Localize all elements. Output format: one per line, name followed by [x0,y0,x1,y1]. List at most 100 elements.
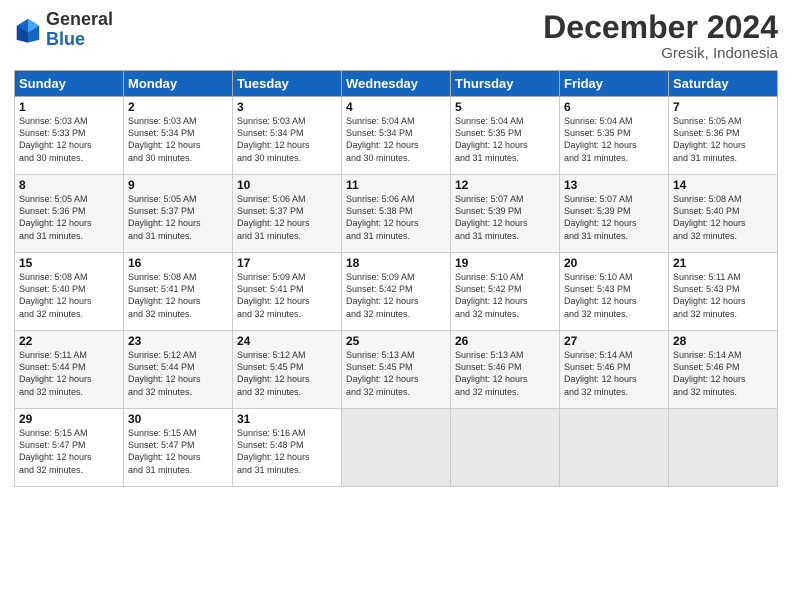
day-number: 9 [128,178,228,192]
day-number: 6 [564,100,664,114]
header-sunday: Sunday [15,71,124,97]
day-number: 2 [128,100,228,114]
table-row: 17Sunrise: 5:09 AM Sunset: 5:41 PM Dayli… [233,253,342,331]
day-info: Sunrise: 5:08 AM Sunset: 5:40 PM Dayligh… [19,271,119,320]
calendar-week-row: 22Sunrise: 5:11 AM Sunset: 5:44 PM Dayli… [15,331,778,409]
table-row: 29Sunrise: 5:15 AM Sunset: 5:47 PM Dayli… [15,409,124,487]
day-info: Sunrise: 5:05 AM Sunset: 5:36 PM Dayligh… [673,115,773,164]
table-row: 16Sunrise: 5:08 AM Sunset: 5:41 PM Dayli… [124,253,233,331]
day-info: Sunrise: 5:03 AM Sunset: 5:33 PM Dayligh… [19,115,119,164]
table-row: 25Sunrise: 5:13 AM Sunset: 5:45 PM Dayli… [342,331,451,409]
month-title: December 2024 [543,10,778,45]
day-info: Sunrise: 5:12 AM Sunset: 5:44 PM Dayligh… [128,349,228,398]
day-number: 19 [455,256,555,270]
day-info: Sunrise: 5:06 AM Sunset: 5:38 PM Dayligh… [346,193,446,242]
page-container: General Blue December 2024 Gresik, Indon… [0,0,792,497]
weekday-header-row: Sunday Monday Tuesday Wednesday Thursday… [15,71,778,97]
day-number: 27 [564,334,664,348]
day-number: 26 [455,334,555,348]
day-number: 13 [564,178,664,192]
table-row: 30Sunrise: 5:15 AM Sunset: 5:47 PM Dayli… [124,409,233,487]
day-number: 1 [19,100,119,114]
location: Gresik, Indonesia [543,45,778,62]
day-info: Sunrise: 5:13 AM Sunset: 5:45 PM Dayligh… [346,349,446,398]
header-wednesday: Wednesday [342,71,451,97]
table-row [451,409,560,487]
day-number: 12 [455,178,555,192]
day-info: Sunrise: 5:08 AM Sunset: 5:40 PM Dayligh… [673,193,773,242]
day-number: 10 [237,178,337,192]
day-info: Sunrise: 5:09 AM Sunset: 5:41 PM Dayligh… [237,271,337,320]
day-number: 11 [346,178,446,192]
table-row: 4Sunrise: 5:04 AM Sunset: 5:34 PM Daylig… [342,97,451,175]
day-number: 24 [237,334,337,348]
day-info: Sunrise: 5:06 AM Sunset: 5:37 PM Dayligh… [237,193,337,242]
day-info: Sunrise: 5:04 AM Sunset: 5:35 PM Dayligh… [455,115,555,164]
day-info: Sunrise: 5:10 AM Sunset: 5:42 PM Dayligh… [455,271,555,320]
day-info: Sunrise: 5:11 AM Sunset: 5:43 PM Dayligh… [673,271,773,320]
header-thursday: Thursday [451,71,560,97]
table-row: 7Sunrise: 5:05 AM Sunset: 5:36 PM Daylig… [669,97,778,175]
table-row: 10Sunrise: 5:06 AM Sunset: 5:37 PM Dayli… [233,175,342,253]
day-info: Sunrise: 5:14 AM Sunset: 5:46 PM Dayligh… [564,349,664,398]
day-info: Sunrise: 5:04 AM Sunset: 5:34 PM Dayligh… [346,115,446,164]
calendar-week-row: 1Sunrise: 5:03 AM Sunset: 5:33 PM Daylig… [15,97,778,175]
logo-text: General Blue [46,10,113,50]
table-row: 8Sunrise: 5:05 AM Sunset: 5:36 PM Daylig… [15,175,124,253]
calendar-week-row: 8Sunrise: 5:05 AM Sunset: 5:36 PM Daylig… [15,175,778,253]
day-info: Sunrise: 5:08 AM Sunset: 5:41 PM Dayligh… [128,271,228,320]
day-number: 17 [237,256,337,270]
table-row: 12Sunrise: 5:07 AM Sunset: 5:39 PM Dayli… [451,175,560,253]
day-number: 20 [564,256,664,270]
logo-icon [14,16,42,44]
logo-blue: Blue [46,29,85,49]
logo-general: General [46,9,113,29]
day-info: Sunrise: 5:07 AM Sunset: 5:39 PM Dayligh… [455,193,555,242]
day-number: 7 [673,100,773,114]
table-row: 27Sunrise: 5:14 AM Sunset: 5:46 PM Dayli… [560,331,669,409]
header: General Blue December 2024 Gresik, Indon… [14,10,778,62]
day-number: 29 [19,412,119,426]
day-info: Sunrise: 5:16 AM Sunset: 5:48 PM Dayligh… [237,427,337,476]
day-info: Sunrise: 5:15 AM Sunset: 5:47 PM Dayligh… [19,427,119,476]
header-monday: Monday [124,71,233,97]
table-row: 6Sunrise: 5:04 AM Sunset: 5:35 PM Daylig… [560,97,669,175]
table-row: 19Sunrise: 5:10 AM Sunset: 5:42 PM Dayli… [451,253,560,331]
logo: General Blue [14,10,113,50]
day-number: 23 [128,334,228,348]
day-info: Sunrise: 5:04 AM Sunset: 5:35 PM Dayligh… [564,115,664,164]
day-number: 8 [19,178,119,192]
table-row: 9Sunrise: 5:05 AM Sunset: 5:37 PM Daylig… [124,175,233,253]
day-info: Sunrise: 5:05 AM Sunset: 5:36 PM Dayligh… [19,193,119,242]
day-info: Sunrise: 5:14 AM Sunset: 5:46 PM Dayligh… [673,349,773,398]
table-row: 23Sunrise: 5:12 AM Sunset: 5:44 PM Dayli… [124,331,233,409]
day-number: 15 [19,256,119,270]
day-info: Sunrise: 5:11 AM Sunset: 5:44 PM Dayligh… [19,349,119,398]
header-saturday: Saturday [669,71,778,97]
day-info: Sunrise: 5:10 AM Sunset: 5:43 PM Dayligh… [564,271,664,320]
day-info: Sunrise: 5:15 AM Sunset: 5:47 PM Dayligh… [128,427,228,476]
calendar-week-row: 29Sunrise: 5:15 AM Sunset: 5:47 PM Dayli… [15,409,778,487]
table-row: 2Sunrise: 5:03 AM Sunset: 5:34 PM Daylig… [124,97,233,175]
day-info: Sunrise: 5:07 AM Sunset: 5:39 PM Dayligh… [564,193,664,242]
day-info: Sunrise: 5:09 AM Sunset: 5:42 PM Dayligh… [346,271,446,320]
day-number: 5 [455,100,555,114]
table-row [560,409,669,487]
calendar-week-row: 15Sunrise: 5:08 AM Sunset: 5:40 PM Dayli… [15,253,778,331]
table-row: 3Sunrise: 5:03 AM Sunset: 5:34 PM Daylig… [233,97,342,175]
day-info: Sunrise: 5:03 AM Sunset: 5:34 PM Dayligh… [237,115,337,164]
table-row: 11Sunrise: 5:06 AM Sunset: 5:38 PM Dayli… [342,175,451,253]
day-info: Sunrise: 5:03 AM Sunset: 5:34 PM Dayligh… [128,115,228,164]
day-number: 14 [673,178,773,192]
table-row: 5Sunrise: 5:04 AM Sunset: 5:35 PM Daylig… [451,97,560,175]
table-row: 1Sunrise: 5:03 AM Sunset: 5:33 PM Daylig… [15,97,124,175]
day-number: 4 [346,100,446,114]
day-number: 31 [237,412,337,426]
table-row: 18Sunrise: 5:09 AM Sunset: 5:42 PM Dayli… [342,253,451,331]
table-row: 26Sunrise: 5:13 AM Sunset: 5:46 PM Dayli… [451,331,560,409]
table-row [342,409,451,487]
day-info: Sunrise: 5:05 AM Sunset: 5:37 PM Dayligh… [128,193,228,242]
day-number: 21 [673,256,773,270]
day-number: 28 [673,334,773,348]
table-row: 14Sunrise: 5:08 AM Sunset: 5:40 PM Dayli… [669,175,778,253]
